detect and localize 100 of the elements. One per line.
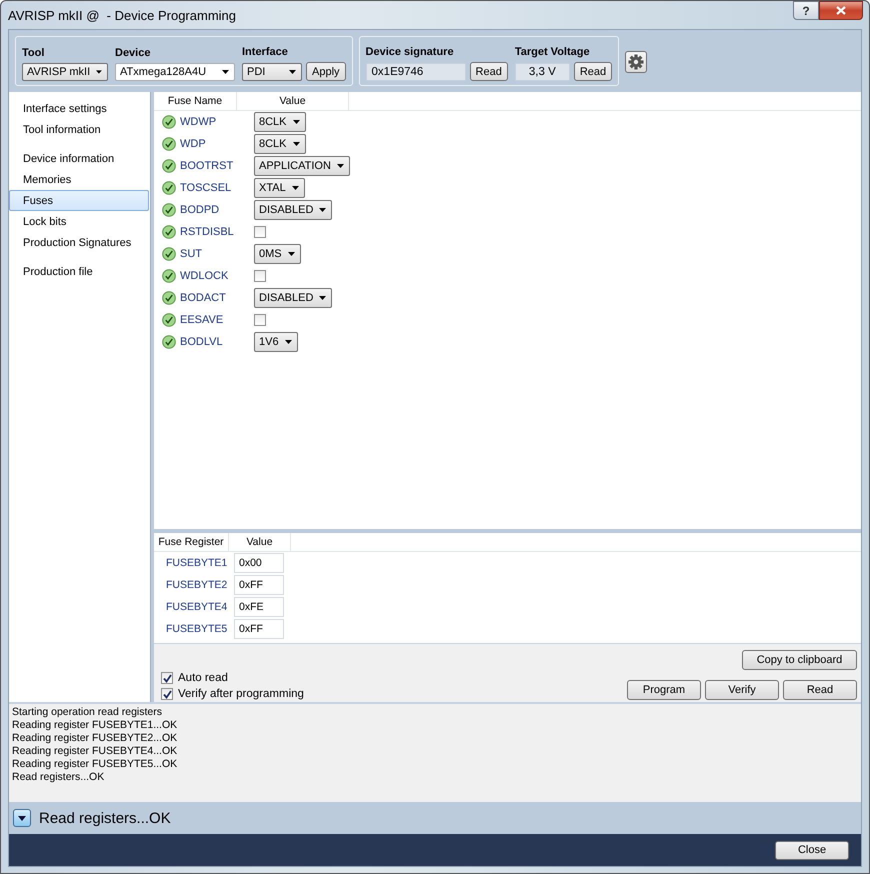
caret-icon — [96, 70, 102, 74]
fuse-dropdown[interactable]: DISABLED — [254, 288, 332, 308]
nav-item[interactable]: Lock bits — [9, 211, 149, 232]
status-text: Read registers...OK — [39, 810, 171, 826]
fuse-dropdown[interactable]: 8CLK — [254, 134, 306, 154]
check-circle-icon — [162, 159, 176, 173]
fuse-dropdown[interactable]: DISABLED — [254, 200, 332, 220]
checkbox[interactable] — [254, 314, 266, 326]
column-header: Value — [237, 92, 349, 110]
fuse-name: WDP — [179, 138, 207, 150]
register-value-field[interactable]: 0xFF — [234, 619, 284, 639]
fuse-dropdown[interactable]: 8CLK — [254, 112, 306, 132]
caret-icon — [292, 186, 299, 190]
caret-icon — [292, 142, 300, 146]
fuse-name: BOOTRST — [179, 160, 234, 172]
check-circle-icon — [162, 269, 176, 283]
nav-item[interactable]: Production Signatures — [9, 232, 149, 253]
register-value-field[interactable]: 0xFE — [234, 597, 284, 617]
copy-button[interactable]: Copy to clipboard — [742, 650, 857, 670]
expand-button[interactable] — [13, 809, 31, 827]
register-name: FUSEBYTE1 — [165, 557, 228, 569]
check-circle-icon — [162, 225, 176, 239]
voltage-field: 3,3 V — [514, 62, 570, 80]
log-line: Reading register FUSEBYTE1...OK — [12, 719, 178, 732]
fuse-name: WDLOCK — [179, 270, 230, 282]
log-line: Reading register FUSEBYTE5...OK — [12, 758, 178, 771]
checkbox-label: Auto read — [178, 672, 228, 684]
fuse-name: RSTDISBL — [179, 226, 235, 238]
help-button[interactable]: ? — [793, 1, 819, 20]
check-circle-icon — [162, 313, 176, 327]
log-line: Starting operation read registers — [12, 706, 163, 719]
check-circle-icon — [162, 115, 176, 129]
nav-item[interactable]: Fuses — [9, 190, 149, 211]
fuse-dropdown[interactable]: 0MS — [254, 244, 301, 264]
field-label: Interface — [242, 46, 289, 58]
caret-icon — [336, 164, 344, 168]
check-circle-icon — [162, 203, 176, 217]
dropdown[interactable]: ATxmega128A4U — [115, 63, 235, 81]
fuse-dropdown[interactable]: 1V6 — [254, 332, 298, 352]
fuse-name: BODACT — [179, 292, 227, 304]
register-name: FUSEBYTE2 — [165, 579, 228, 591]
close-button[interactable] — [819, 1, 863, 20]
caret-icon — [289, 70, 296, 74]
fuse-name: BODLVL — [179, 336, 224, 348]
check-circle-icon — [162, 335, 176, 349]
read-button[interactable]: Read — [574, 62, 612, 81]
dropdown[interactable]: AVRISP mkII — [22, 63, 108, 81]
fuse-name: BODPD — [179, 204, 220, 216]
field-label: Device — [115, 47, 152, 59]
action-button[interactable]: Verify — [705, 680, 779, 700]
caret-icon — [292, 120, 300, 124]
fuse-name: TOSCSEL — [179, 182, 232, 194]
apply-button[interactable]: Apply — [306, 62, 346, 81]
caret-icon — [284, 340, 292, 344]
read-button[interactable]: Read — [470, 62, 508, 81]
dropdown[interactable]: PDI — [242, 62, 302, 80]
field-label: Device signature — [366, 46, 455, 58]
column-header: Fuse Name — [154, 92, 237, 110]
gear-icon — [628, 54, 644, 70]
log-line: Reading register FUSEBYTE4...OK — [12, 745, 178, 758]
checkbox-label: Verify after programming — [178, 688, 304, 700]
settings-button[interactable] — [625, 51, 648, 73]
register-name: FUSEBYTE4 — [165, 601, 228, 613]
caret-icon — [319, 296, 326, 300]
check-circle-icon — [162, 247, 176, 261]
log-line: Reading register FUSEBYTE2...OK — [12, 732, 178, 745]
fuse-name: SUT — [179, 248, 203, 260]
register-value-field[interactable]: 0xFF — [234, 575, 284, 595]
fuse-name: EESAVE — [179, 314, 224, 326]
nav-item[interactable]: Interface settings — [9, 98, 149, 119]
action-button[interactable]: Read — [783, 680, 857, 700]
window-title: AVRISP mkII @ - Device Programming — [8, 8, 236, 22]
caret-icon — [222, 70, 229, 74]
nav-item[interactable]: Memories — [9, 169, 149, 190]
caret-icon — [288, 252, 295, 256]
checkbox[interactable] — [254, 226, 266, 238]
check-circle-icon — [162, 137, 176, 151]
checkbox[interactable] — [161, 672, 173, 684]
column-header: Value — [229, 533, 291, 551]
nav-item[interactable]: Production file — [9, 261, 149, 282]
check-circle-icon — [162, 181, 176, 195]
log-line: Read registers...OK — [12, 771, 106, 784]
close-button[interactable]: Close — [775, 840, 849, 860]
check-circle-icon — [162, 291, 176, 305]
caret-icon — [319, 208, 326, 212]
signature-field: 0x1E9746 — [366, 62, 466, 80]
field-label: Target Voltage — [514, 46, 591, 58]
column-header: Fuse Register — [154, 533, 229, 551]
action-button[interactable]: Program — [627, 680, 701, 700]
fuse-dropdown[interactable]: XTAL — [254, 178, 305, 198]
nav-item[interactable]: Device information — [9, 148, 149, 169]
checkbox[interactable] — [161, 688, 173, 700]
register-value-field[interactable]: 0x00 — [234, 553, 284, 573]
register-name: FUSEBYTE5 — [165, 623, 228, 635]
caret-icon — [18, 816, 26, 820]
fuse-dropdown[interactable]: APPLICATION — [254, 156, 350, 176]
nav-item[interactable]: Tool information — [9, 119, 149, 140]
checkbox[interactable] — [254, 270, 266, 282]
fuse-name: WDWP — [179, 116, 218, 128]
field-label: Tool — [22, 47, 46, 59]
